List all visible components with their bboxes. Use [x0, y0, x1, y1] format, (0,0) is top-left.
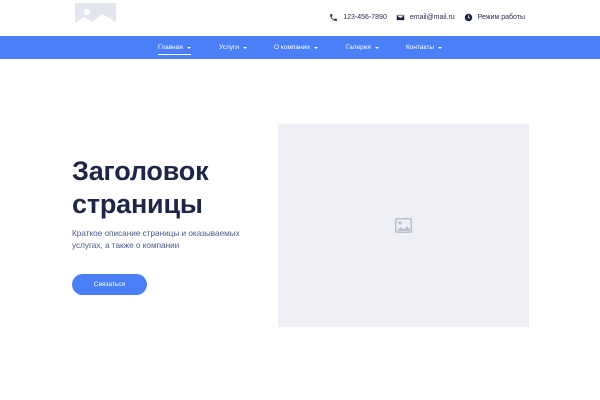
chevron-down-icon: [438, 46, 443, 49]
phone-icon: [329, 13, 338, 22]
envelope-icon: [396, 13, 405, 22]
logo-placeholder-image[interactable]: [75, 3, 116, 30]
clock-icon: [464, 13, 473, 22]
contact-phone[interactable]: 123-456-7890: [329, 13, 387, 22]
nav-item-label: Главная: [158, 44, 183, 51]
top-bar: 123-456-7890 email@mail.ru Режим работы: [0, 0, 600, 36]
contact-phone-text: 123-456-7890: [343, 13, 387, 21]
nav-item-label: О компании: [274, 44, 310, 51]
nav-item-label: Галерея: [346, 44, 371, 51]
contact-email-text: email@mail.ru: [409, 13, 455, 21]
hero-image-placeholder: [278, 124, 529, 327]
page-title-line: Заголовок: [72, 156, 209, 186]
image-placeholder-icon: [75, 3, 116, 30]
header-contacts: 123-456-7890 email@mail.ru Режим работы: [320, 10, 525, 24]
nav-item-contacts[interactable]: Контакты: [406, 36, 443, 59]
chevron-down-icon: [374, 46, 379, 49]
nav-item-label: Контакты: [406, 44, 435, 51]
contact-hours-text: Режим работы: [477, 13, 525, 21]
page-title-line: страницы: [72, 189, 203, 219]
nav-item-home[interactable]: Главная: [158, 36, 191, 59]
main-nav: Главная Услуги О компании Галерея Контак…: [0, 36, 600, 59]
contact-hours[interactable]: Режим работы: [464, 13, 525, 22]
image-placeholder-icon: [395, 218, 412, 233]
chevron-down-icon: [186, 46, 191, 49]
nav-item-services[interactable]: Услуги: [219, 36, 247, 59]
chevron-down-icon: [243, 46, 247, 49]
nav-item-label: Услуги: [219, 44, 239, 51]
page-title: Заголовок страницы: [72, 155, 272, 221]
contact-button[interactable]: Связаться: [72, 274, 147, 295]
nav-item-gallery[interactable]: Галерея: [346, 36, 379, 59]
chevron-down-icon: [313, 46, 318, 49]
page-description: Краткое описание страницы и оказываемых …: [72, 229, 240, 250]
nav-item-about[interactable]: О компании: [274, 36, 318, 59]
contact-email[interactable]: email@mail.ru: [396, 13, 455, 22]
